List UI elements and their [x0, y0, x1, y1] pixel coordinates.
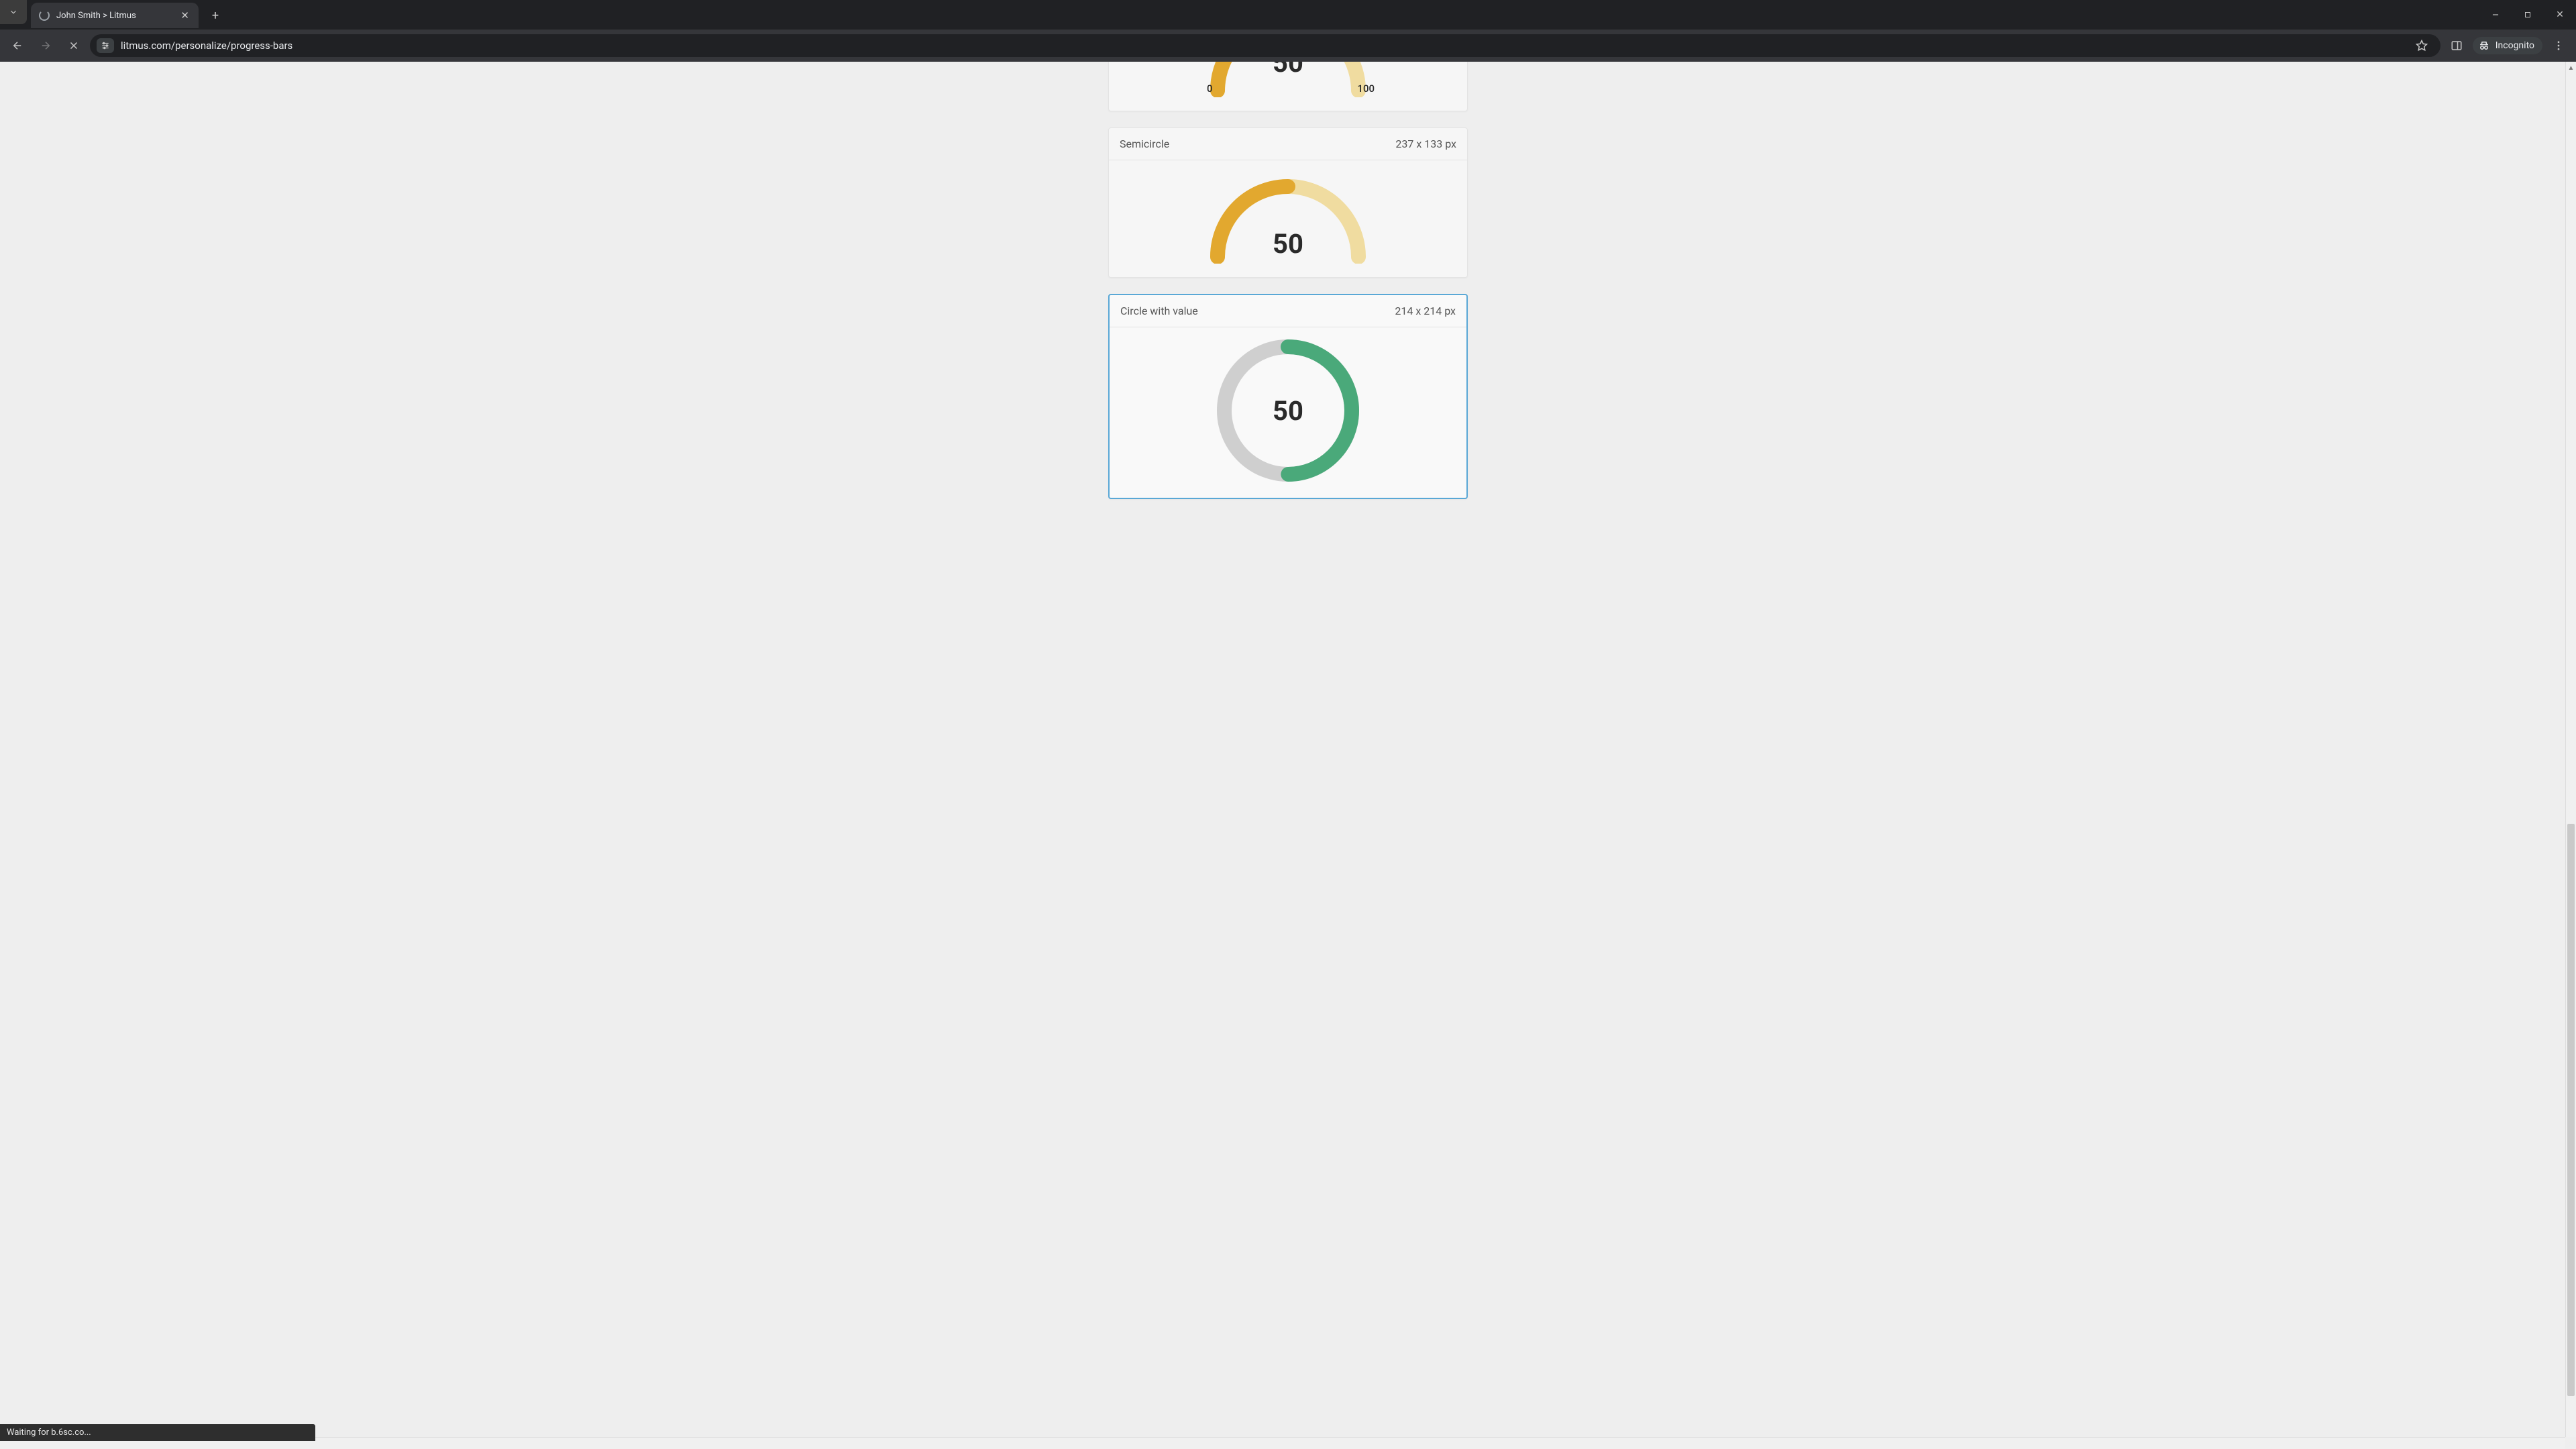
gauge-value: 50 [1204, 228, 1372, 260]
close-tab-button[interactable]: ✕ [180, 11, 189, 21]
card-title: Circle with value [1120, 305, 1198, 317]
stop-reload-button[interactable] [62, 34, 86, 58]
gauge-min: 0 [1207, 83, 1213, 95]
url-text: litmus.com/personalize/progress-bars [121, 40, 292, 52]
gauge-value: 50 [1214, 337, 1362, 484]
card-dims: 214 x 214 px [1395, 305, 1456, 317]
bookmark-star-icon[interactable] [2410, 34, 2434, 58]
gauge-semicircle-scale: 50 0 100 [1204, 62, 1372, 97]
omnibox[interactable]: litmus.com/personalize/progress-bars [90, 34, 2440, 57]
card-header: Circle with value 214 x 214 px [1110, 295, 1466, 327]
gauge-max: 100 [1357, 83, 1375, 95]
kebab-menu-icon[interactable] [2546, 34, 2571, 58]
incognito-label: Incognito [2496, 40, 2534, 51]
browser-tab[interactable]: John Smith > Litmus ✕ [31, 3, 199, 28]
card-title: Semicircle [1120, 138, 1169, 150]
card-header: Semicircle 237 x 133 px [1109, 128, 1467, 160]
tab-search-dropdown[interactable] [0, 0, 27, 24]
browser-chrome: John Smith > Litmus ✕ + ✕ litm [0, 0, 2576, 62]
gauge-circle: 50 [1214, 337, 1362, 484]
scroll-up-arrow-icon[interactable]: ▲ [2566, 62, 2576, 74]
incognito-icon [2478, 40, 2490, 52]
scroll-area[interactable]: Semicircle 237 x 133 px 50 0 100 [0, 62, 2576, 1449]
titlebar: John Smith > Litmus ✕ + ✕ [0, 0, 2576, 30]
cards-column: Semicircle 237 x 133 px 50 0 100 [1108, 62, 1468, 526]
incognito-indicator[interactable]: Incognito [2473, 37, 2542, 54]
toolbar: litmus.com/personalize/progress-bars Inc… [0, 30, 2576, 62]
site-settings-icon[interactable] [97, 38, 114, 53]
new-tab-button[interactable]: + [205, 5, 225, 25]
card-semicircle-scale[interactable]: Semicircle 237 x 133 px 50 0 100 [1108, 62, 1468, 111]
status-bar: Waiting for b.6sc.co... [0, 1424, 315, 1441]
card-dims: 237 x 133 px [1395, 138, 1456, 150]
horizontal-scrollbar[interactable] [0, 1437, 2565, 1449]
back-button[interactable] [5, 34, 30, 58]
gauge-semicircle: 50 [1204, 170, 1372, 264]
side-panel-icon[interactable] [2445, 34, 2469, 58]
close-window-button[interactable]: ✕ [2544, 0, 2576, 30]
card-semicircle[interactable]: Semicircle 237 x 133 px 50 [1108, 127, 1468, 278]
card-circle-value[interactable]: Circle with value 214 x 214 px 50 [1108, 294, 1468, 499]
page-viewport: Semicircle 237 x 133 px 50 0 100 [0, 62, 2576, 1449]
loading-spinner-icon [39, 10, 50, 21]
forward-button[interactable] [34, 34, 58, 58]
scrollbar-thumb[interactable] [2567, 824, 2575, 1396]
gauge-value: 50 [1204, 62, 1372, 78]
tab-title: John Smith > Litmus [56, 11, 174, 21]
minimize-button[interactable] [2479, 0, 2512, 30]
window-controls: ✕ [2479, 0, 2576, 30]
maximize-button[interactable] [2512, 0, 2544, 30]
status-text: Waiting for b.6sc.co... [7, 1428, 91, 1438]
vertical-scrollbar[interactable]: ▲ [2565, 62, 2576, 1437]
